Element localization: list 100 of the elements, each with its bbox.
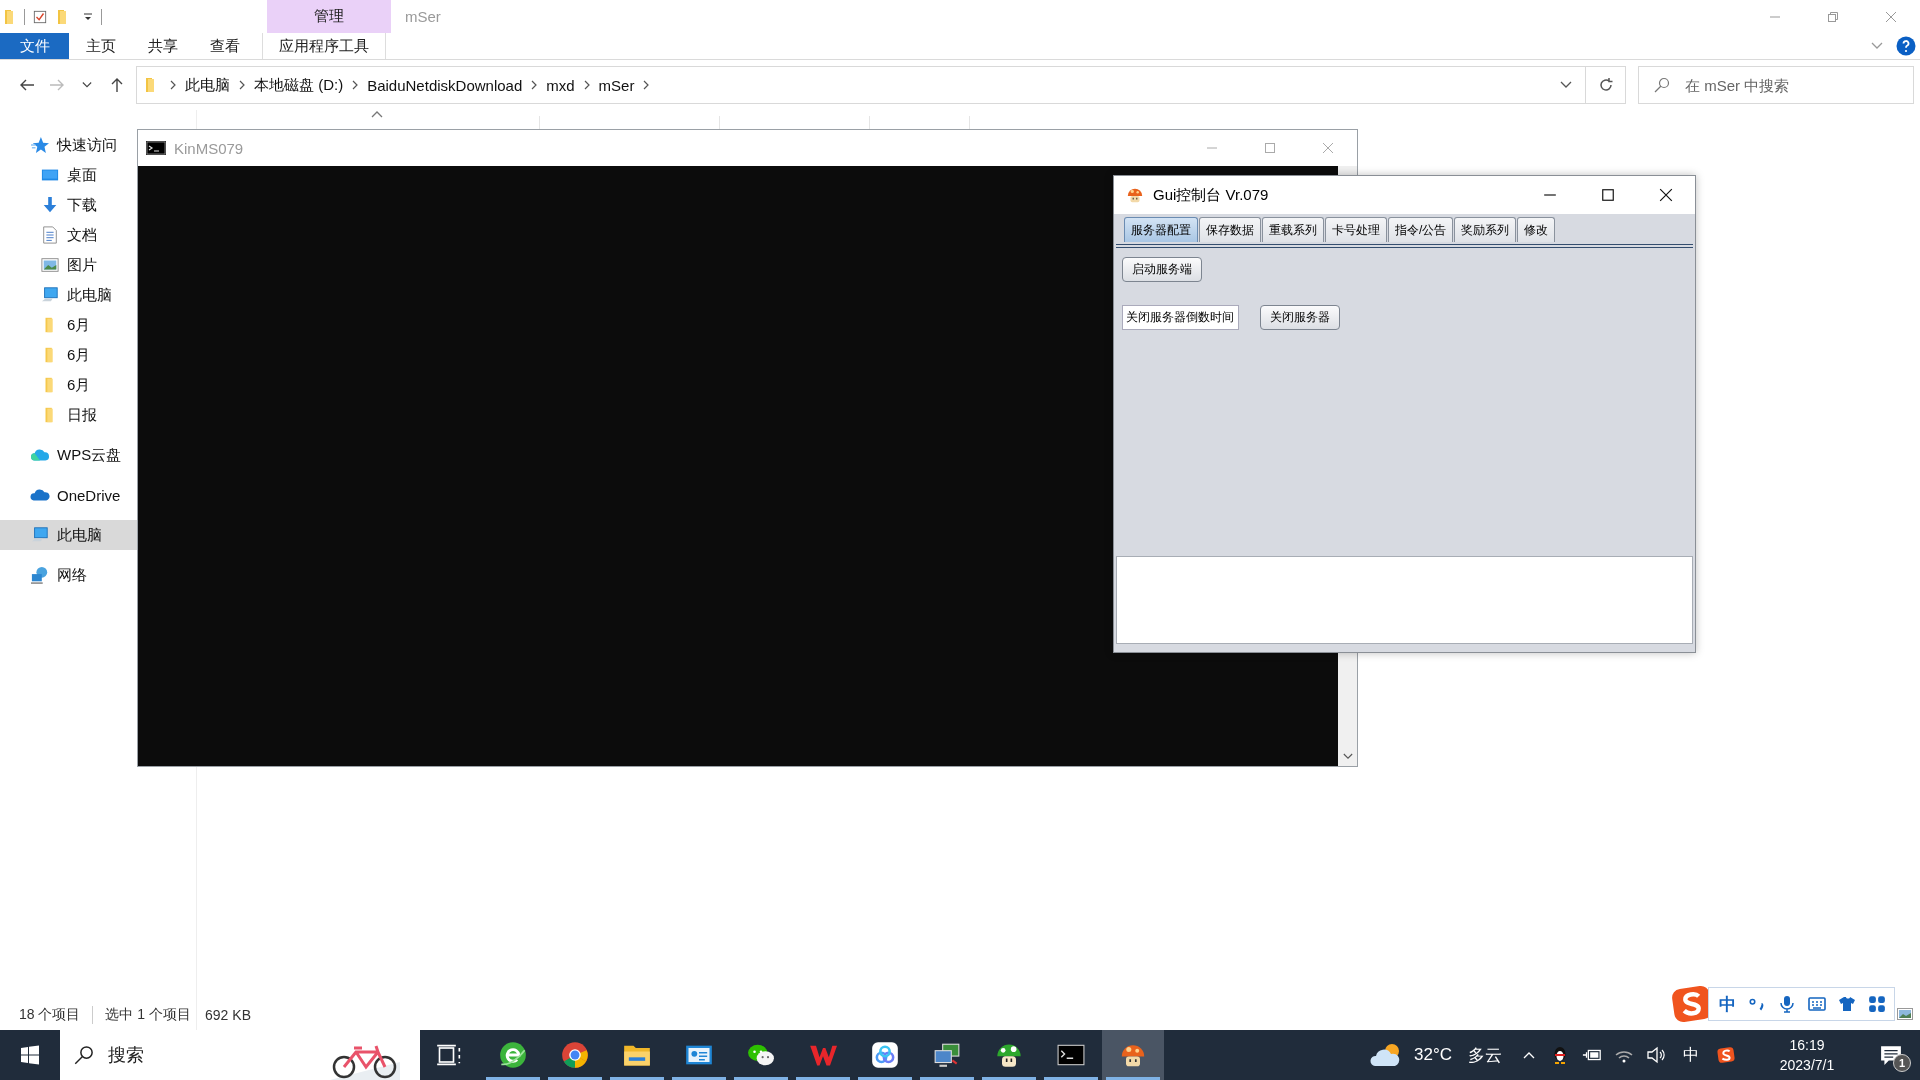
time-text: 16:19 <box>1789 1036 1825 1055</box>
tab[interactable]: 奖励系列 <box>1454 217 1517 242</box>
sidebar-item[interactable]: 6月 <box>0 310 137 340</box>
breadcrumb[interactable]: BaiduNetdiskDownload <box>367 76 523 94</box>
sidebar-label: 6月 <box>67 315 91 335</box>
sidebar-item[interactable]: 图片 <box>0 250 137 280</box>
ribbon-tab[interactable]: 查看 <box>194 33 256 59</box>
search-field[interactable]: 搜索 <box>60 1030 420 1080</box>
action-center-button[interactable]: 1 <box>1862 1030 1920 1080</box>
start-server-button[interactable]: 启动服务端 <box>1122 257 1202 282</box>
sidebar-item[interactable]: WPS云盘 <box>0 440 137 470</box>
breadcrumb[interactable]: 本地磁盘 (D:) <box>254 75 344 95</box>
notification-badge: 1 <box>1893 1054 1911 1072</box>
window-title: mSer <box>404 7 441 27</box>
maximize-icon <box>1264 142 1276 154</box>
ribbon-tab[interactable]: 共享 <box>132 33 194 59</box>
folder-icon <box>143 76 157 94</box>
sidebar-item[interactable]: 文档 <box>0 220 137 250</box>
sidebar-label: 日报 <box>67 405 97 425</box>
rings-icon <box>871 1041 899 1069</box>
chevron-down-icon <box>82 81 92 89</box>
sidebar-label: 此电脑 <box>67 285 112 305</box>
breadcrumb[interactable]: mSer <box>598 76 635 94</box>
sidebar-item[interactable]: 网络 <box>0 560 137 590</box>
star-icon <box>30 136 50 154</box>
sidebar-label: WPS云盘 <box>57 445 122 465</box>
tab[interactable]: 重载系列 <box>1262 217 1324 242</box>
input-method-button[interactable]: 中 <box>1676 1030 1706 1080</box>
chevron-icon <box>238 79 246 91</box>
weather-widget[interactable]: 32°C 多云 <box>1358 1030 1514 1080</box>
sidebar-label: OneDrive <box>57 486 121 504</box>
sidebar-item[interactable]: 此电脑 <box>0 280 137 310</box>
breadcrumb[interactable]: mxd <box>546 76 575 94</box>
sidebar-item[interactable]: 日报 <box>0 400 137 430</box>
context-tab-header: 管理 <box>267 0 391 33</box>
status-text: 18 个项目 <box>19 1006 94 1024</box>
sidebar-item[interactable]: 此电脑 <box>0 520 137 550</box>
windows-logo-icon <box>20 1045 40 1065</box>
sidebar-item[interactable]: 下载 <box>0 190 137 220</box>
browser-icon <box>499 1041 527 1069</box>
computer-icon <box>30 526 50 544</box>
dropdown-icon[interactable] <box>83 11 93 22</box>
close-icon <box>1659 188 1673 202</box>
window-title: Gui控制台 Vr.079 <box>1153 185 1269 205</box>
close-icon <box>1885 10 1897 23</box>
tab[interactable]: 服务器配置 <box>1124 217 1198 242</box>
sidebar-label: 6月 <box>67 345 91 365</box>
refresh-icon <box>1597 77 1614 93</box>
status-text: 692 KB <box>205 1007 251 1023</box>
countdown-field[interactable]: 关闭服务器倒数时间 <box>1122 305 1239 330</box>
sidebar-label: 网络 <box>57 565 87 585</box>
up-arrow-icon <box>111 77 123 93</box>
help-icon[interactable] <box>1896 36 1916 56</box>
ribbon-tab[interactable]: 文件 <box>0 33 69 59</box>
chevron-icon <box>582 79 591 91</box>
sidebar-item[interactable]: 6月 <box>0 340 137 370</box>
sidebar-item[interactable]: OneDrive <box>0 480 137 510</box>
chevron-icon <box>169 79 177 91</box>
thumbnail-icon <box>1897 1008 1913 1020</box>
sidebar-label: 桌面 <box>67 165 97 185</box>
tab[interactable]: 指令/公告 <box>1388 217 1454 242</box>
sidebar-label: 此电脑 <box>57 525 102 545</box>
search-icon <box>1654 77 1670 93</box>
ribbon-tab[interactable]: 应用程序工具 <box>262 33 386 59</box>
search-icon <box>74 1045 94 1065</box>
volume-icon[interactable] <box>1646 1046 1666 1064</box>
sidebar-label: 下载 <box>67 195 97 215</box>
window-title: KinMS079 <box>174 139 244 157</box>
tab[interactable]: 保存数据 <box>1199 217 1261 242</box>
grid-icon[interactable] <box>1868 995 1886 1013</box>
tab[interactable]: 修改 <box>1517 217 1556 242</box>
input-mode-button[interactable]: 中 <box>1719 992 1736 1016</box>
sidebar-label: 快速访问 <box>57 135 117 155</box>
sidebar-label: 图片 <box>67 255 97 275</box>
back-arrow-icon <box>19 78 35 92</box>
breadcrumb[interactable]: 此电脑 <box>185 75 230 95</box>
sidebar-item[interactable]: 快速访问 <box>0 130 137 160</box>
computer-icon <box>40 286 60 304</box>
shutdown-button[interactable]: 关闭服务器 <box>1260 305 1340 330</box>
clock-button[interactable]: 16:19 2023/7/1 <box>1752 1030 1862 1080</box>
forward-arrow-icon <box>49 78 65 92</box>
scroll-down-icon <box>1342 753 1353 760</box>
ribbon-tab[interactable]: 主页 <box>70 33 132 59</box>
close-icon <box>1322 142 1334 154</box>
sidebar-item[interactable]: 桌面 <box>0 160 137 190</box>
microphone-icon[interactable] <box>1778 995 1796 1013</box>
search-field[interactable]: 在 mSer 中搜索 <box>1638 66 1914 104</box>
sidebar-label: 6月 <box>67 375 91 395</box>
sidebar-item[interactable]: 6月 <box>0 370 137 400</box>
status-text: 选中 1 个项目 <box>105 1006 192 1024</box>
chevron-icon <box>642 79 651 91</box>
tab[interactable]: 卡号处理 <box>1325 217 1387 242</box>
chevron-icon <box>351 79 360 91</box>
shirt-icon[interactable] <box>1838 995 1856 1013</box>
address-bar[interactable]: 此电脑 本地磁盘 (D:) BaiduNetdiskDownload mxd mSer <box>136 66 1626 104</box>
maximize-icon <box>1601 188 1615 202</box>
keyboard-icon[interactable] <box>1808 995 1826 1013</box>
temperature-text: 32°C <box>1414 1045 1452 1065</box>
sogou-logo-icon[interactable] <box>1716 1046 1736 1064</box>
monitors-icon <box>933 1041 961 1069</box>
